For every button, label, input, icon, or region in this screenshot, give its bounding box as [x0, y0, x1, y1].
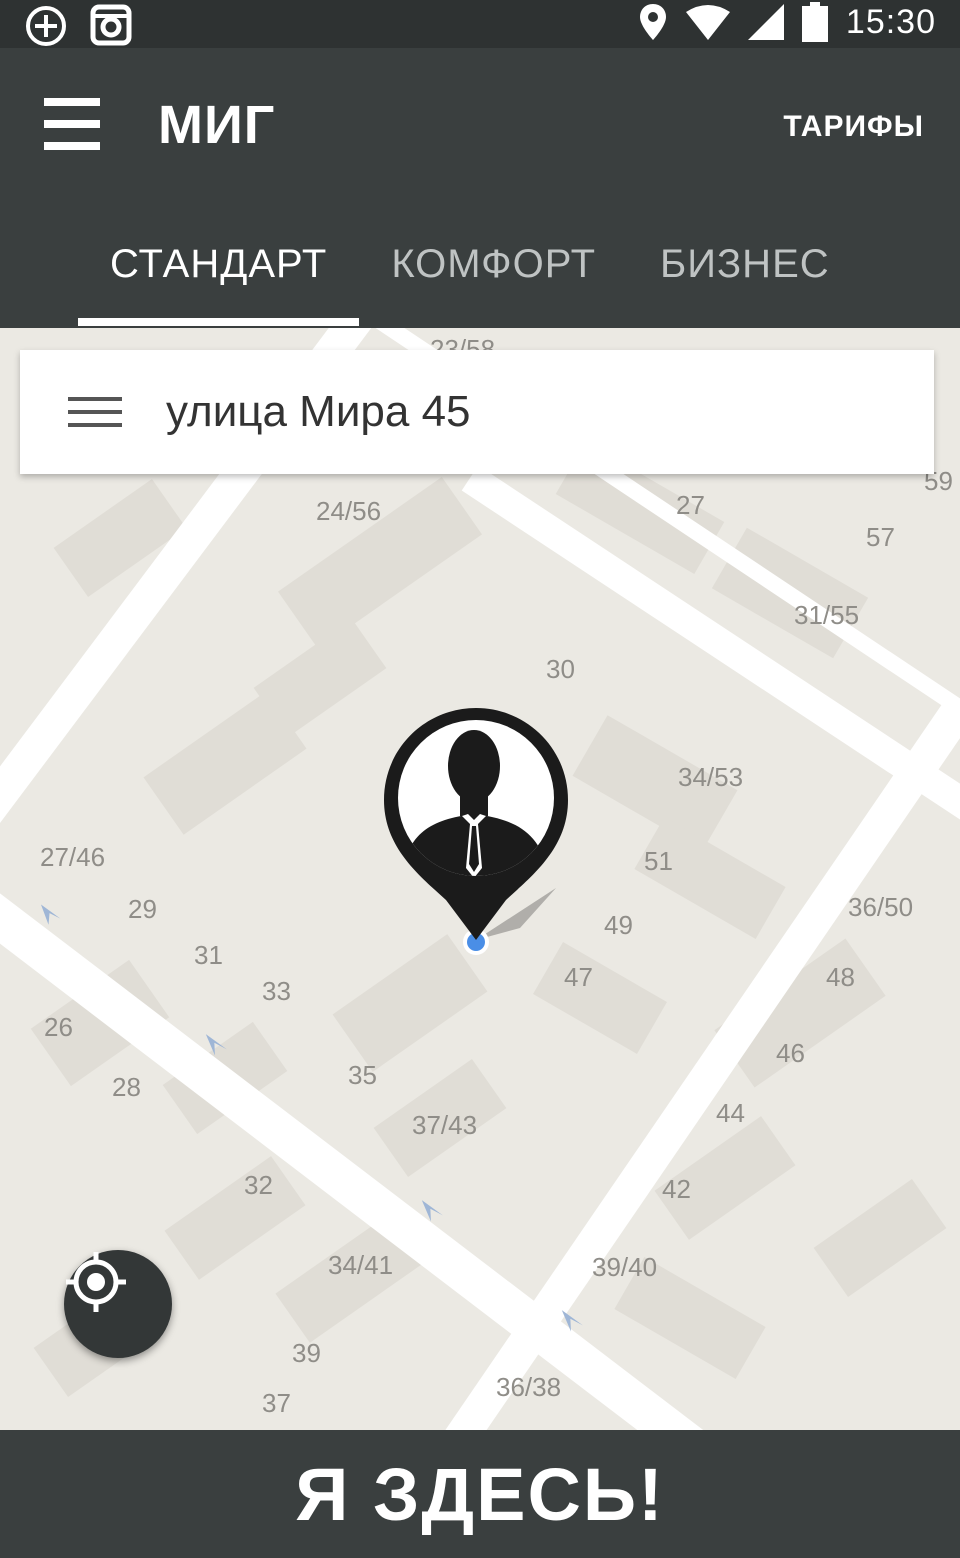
house-number: 46: [776, 1038, 805, 1068]
house-number: 24/56: [316, 496, 381, 526]
house-number: 36/50: [848, 892, 913, 922]
house-number: 42: [662, 1174, 691, 1204]
house-number: 37: [262, 1388, 291, 1418]
house-number: 32: [244, 1170, 273, 1200]
house-number: 33: [262, 976, 291, 1006]
location-icon: [639, 4, 666, 40]
clock: 15:30: [845, 2, 936, 41]
tab-comfort[interactable]: КОМФОРТ: [359, 238, 628, 326]
tariff-tabs: СТАНДАРТ КОМФОРТ БИЗНЕС: [78, 238, 862, 326]
menu-button[interactable]: [44, 98, 104, 154]
wifi-icon: [685, 5, 730, 40]
my-location-button[interactable]: [64, 1250, 172, 1358]
menu-icon-line: [68, 423, 122, 427]
house-number: 39/40: [592, 1252, 657, 1282]
house-number: 30: [546, 654, 575, 684]
battery-icon: [801, 2, 828, 42]
search-menu-icon[interactable]: [68, 388, 122, 436]
house-number: 48: [826, 962, 855, 992]
house-number: 35: [348, 1060, 377, 1090]
address-input[interactable]: [164, 386, 868, 438]
house-number: 28: [112, 1072, 141, 1102]
menu-icon-line: [44, 120, 100, 128]
house-number: 51: [644, 846, 673, 876]
house-number: 31/55: [794, 600, 859, 630]
menu-icon-line: [68, 397, 122, 401]
house-number: 34/53: [678, 762, 743, 792]
house-number: 37/43: [412, 1110, 477, 1140]
tariffs-button[interactable]: ТАРИФЫ: [783, 110, 924, 144]
app-title: МИГ: [158, 95, 276, 155]
instagram-icon: [90, 4, 132, 46]
tab-business[interactable]: БИЗНЕС: [628, 238, 862, 326]
house-number: 34/41: [328, 1250, 393, 1280]
map[interactable]: 23/58 24/56 27 59 57 31/55 30 34/53 27/4…: [0, 328, 960, 1430]
house-number: 39: [292, 1338, 321, 1368]
crosshair-icon: [66, 1252, 126, 1312]
house-number: 49: [604, 910, 633, 940]
signal-icon: [747, 4, 784, 40]
house-number: 47: [564, 962, 593, 992]
menu-icon-line: [44, 142, 100, 150]
add-circle-icon: [26, 6, 66, 46]
house-number: 27/46: [40, 842, 105, 872]
house-number: 36/38: [496, 1372, 561, 1402]
house-number: 44: [716, 1098, 745, 1128]
house-number: 27: [676, 490, 705, 520]
status-bar: 15:30: [0, 0, 960, 48]
address-search-bar: [20, 350, 934, 474]
menu-icon-line: [68, 410, 122, 414]
house-number: 31: [194, 940, 223, 970]
house-number: 29: [128, 894, 157, 924]
menu-icon-line: [44, 98, 100, 106]
app-bar: МИГ ТАРИФЫ СТАНДАРТ КОМФОРТ БИЗНЕС: [0, 48, 960, 328]
house-number: 57: [866, 522, 895, 552]
house-number: 26: [44, 1012, 73, 1042]
i-am-here-button[interactable]: Я ЗДЕСЬ!: [0, 1430, 960, 1558]
tab-standard[interactable]: СТАНДАРТ: [78, 238, 360, 326]
